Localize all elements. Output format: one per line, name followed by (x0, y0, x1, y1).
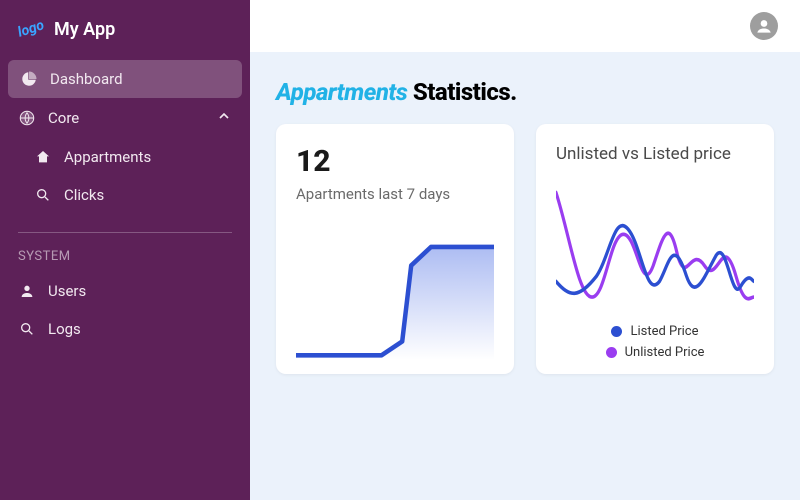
sidebar-item-label: Logs (48, 320, 81, 338)
card-apartments-stat: 12 Apartments last 7 days (276, 124, 514, 374)
stat-subtitle: Apartments last 7 days (296, 185, 494, 203)
sidebar-item-clicks[interactable]: Clicks (0, 176, 250, 214)
sidebar-section-system: SYSTEM (0, 243, 250, 272)
page-title-rest: Statistics. (413, 78, 517, 106)
logo-icon: logo (15, 13, 48, 46)
legend-label: Unlisted Price (625, 345, 705, 360)
legend-label: Listed Price (630, 324, 698, 339)
cards-row: 12 Apartments last 7 days (276, 124, 774, 374)
line-chart (556, 182, 754, 318)
legend-item-unlisted: Unlisted Price (606, 345, 705, 360)
sidebar-item-label: Core (48, 109, 79, 127)
sidebar-item-label: Dashboard (50, 70, 123, 88)
sidebar-item-appartments[interactable]: Appartments (0, 138, 250, 176)
area-chart (296, 221, 494, 360)
legend-dot (611, 326, 622, 337)
sidebar-item-dashboard[interactable]: Dashboard (8, 60, 242, 98)
brand: logo My App (0, 12, 250, 60)
app-name: My App (54, 19, 115, 40)
content: Appartments Statistics. 12 Apartments la… (250, 52, 800, 500)
home-icon (34, 148, 52, 166)
sidebar-item-logs[interactable]: Logs (0, 310, 250, 348)
search-icon (18, 320, 36, 338)
sidebar: logo My App Dashboard Core Appartments (0, 0, 250, 500)
topbar (250, 0, 800, 52)
page-title: Appartments Statistics. (276, 78, 774, 106)
legend-item-listed: Listed Price (611, 324, 698, 339)
card-title: Unlisted vs Listed price (556, 144, 754, 164)
sidebar-item-core[interactable]: Core (0, 98, 250, 138)
card-price-compare: Unlisted vs Listed price Listed Price (536, 124, 774, 374)
sidebar-item-label: Clicks (64, 186, 104, 204)
pie-icon (20, 70, 38, 88)
sidebar-item-label: Users (48, 282, 86, 300)
globe-icon (18, 109, 36, 127)
divider (18, 232, 232, 233)
chevron-up-icon (216, 108, 232, 128)
page-title-accent: Appartments (276, 78, 407, 106)
legend: Listed Price Unlisted Price (556, 324, 754, 360)
user-icon (18, 282, 36, 300)
sidebar-item-users[interactable]: Users (0, 272, 250, 310)
avatar[interactable] (750, 12, 778, 40)
main: Appartments Statistics. 12 Apartments la… (250, 0, 800, 500)
stat-number: 12 (296, 144, 494, 179)
sidebar-item-label: Appartments (64, 148, 151, 166)
legend-dot (606, 347, 617, 358)
search-icon (34, 186, 52, 204)
